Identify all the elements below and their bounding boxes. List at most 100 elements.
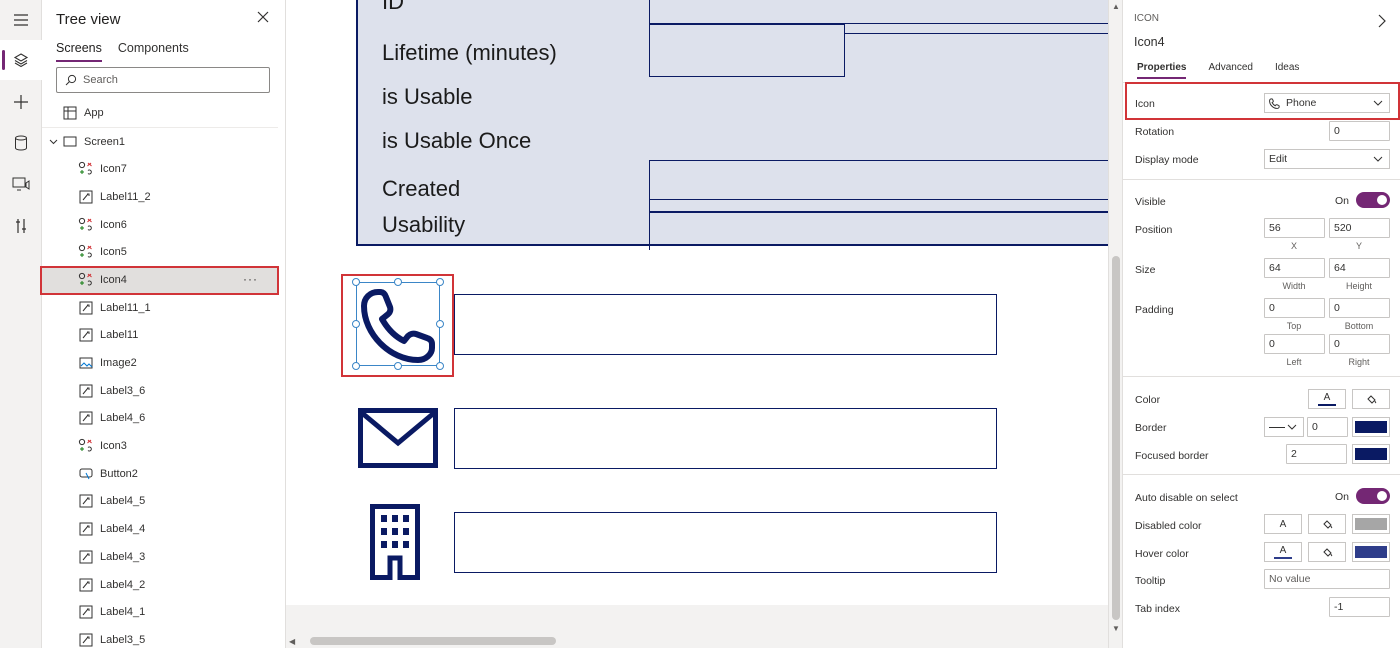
label-is-usable[interactable]: is Usable — [382, 84, 472, 110]
usability-value-box[interactable] — [649, 212, 1118, 250]
tree-item-label3-5[interactable]: Label3_5 — [42, 626, 278, 648]
lifetime-value-box[interactable] — [649, 24, 845, 77]
resize-handle-s[interactable] — [394, 362, 402, 370]
resize-handle-sw[interactable] — [352, 362, 360, 370]
tree-item-label4-1[interactable]: Label4_1 — [42, 598, 278, 626]
display-mode-select[interactable]: Edit — [1264, 149, 1390, 169]
id-value-box[interactable] — [649, 0, 1118, 24]
scroll-down-icon[interactable]: ▼ — [1112, 624, 1120, 633]
phone-text-field[interactable] — [454, 294, 997, 355]
tree-item-icon3[interactable]: Icon3 — [42, 432, 278, 460]
tab-components[interactable]: Components — [118, 41, 189, 62]
tree-item-label11-2[interactable]: Label11_2 — [42, 183, 278, 211]
tab-index-input[interactable]: -1 — [1329, 597, 1390, 617]
auto-disable-toggle[interactable] — [1356, 488, 1390, 504]
resize-handle-ne[interactable] — [436, 278, 444, 286]
building-icon[interactable] — [370, 504, 420, 580]
border-width-input[interactable]: 0 — [1307, 417, 1348, 437]
rotation-input[interactable]: 0 — [1329, 121, 1390, 141]
tree-item-label4-4[interactable]: Label4_4 — [42, 515, 278, 543]
resize-handle-nw[interactable] — [352, 278, 360, 286]
focused-border-input[interactable]: 2 — [1286, 444, 1347, 464]
canvas-horizontal-scrollbar[interactable]: ◀ — [286, 634, 1109, 648]
horizontal-scroll-thumb[interactable] — [310, 637, 556, 645]
disabled-fill-button[interactable] — [1308, 514, 1346, 534]
position-x-input[interactable]: 56 — [1264, 218, 1325, 238]
tree-view-button[interactable] — [0, 40, 42, 80]
media-button[interactable] — [0, 164, 42, 204]
insert-button[interactable] — [0, 82, 42, 122]
color-text-button[interactable]: A — [1308, 389, 1346, 409]
color-fill-button[interactable] — [1352, 389, 1390, 409]
padding-bottom-input[interactable]: 0 — [1329, 298, 1390, 318]
collapse-panel-button[interactable] — [1378, 14, 1386, 33]
label-is-usable-once[interactable]: is Usable Once — [382, 128, 531, 154]
tree-item-app[interactable]: App — [42, 100, 278, 128]
tab-ideas[interactable]: Ideas — [1275, 62, 1299, 79]
border-style-select[interactable] — [1264, 417, 1304, 437]
label-control-icon — [78, 410, 94, 426]
control-name[interactable]: Icon4 — [1134, 35, 1165, 49]
hamburger-menu-button[interactable] — [0, 0, 42, 40]
tab-properties[interactable]: Properties — [1137, 62, 1187, 79]
label-lifetime[interactable]: Lifetime (minutes) — [382, 40, 557, 66]
tree-item-label4-5[interactable]: Label4_5 — [42, 488, 278, 516]
tab-advanced[interactable]: Advanced — [1208, 62, 1252, 79]
email-text-field[interactable] — [454, 408, 997, 469]
disabled-text-button[interactable]: A — [1264, 514, 1302, 534]
close-tree-button[interactable] — [256, 10, 272, 26]
resize-handle-e[interactable] — [436, 320, 444, 328]
canvas-vertical-scrollbar[interactable]: ▲ ▼ — [1108, 0, 1122, 648]
border-color-swatch[interactable] — [1352, 417, 1390, 437]
address-text-field[interactable] — [454, 512, 997, 573]
tree-item-icon6[interactable]: Icon6 — [42, 211, 278, 239]
hover-color-swatch[interactable] — [1352, 542, 1390, 562]
tab-screens[interactable]: Screens — [56, 41, 102, 62]
tree-item-label4-2[interactable]: Label4_2 — [42, 571, 278, 599]
tree-item-image2[interactable]: Image2 — [42, 349, 278, 377]
padding-left-input[interactable]: 0 — [1264, 334, 1325, 354]
focused-border-color-swatch[interactable] — [1352, 444, 1390, 464]
tree-item-label11-1[interactable]: Label11_1 — [42, 294, 278, 322]
tree-item-label4-6[interactable]: Label4_6 — [42, 405, 278, 433]
padding-right-input[interactable]: 0 — [1329, 334, 1390, 354]
label-id[interactable]: ID — [382, 0, 404, 15]
scroll-up-icon[interactable]: ▲ — [1112, 2, 1120, 11]
chevron-down-icon — [48, 134, 58, 150]
scroll-left-icon[interactable]: ◀ — [289, 637, 295, 646]
resize-handle-se[interactable] — [436, 362, 444, 370]
tree-item-label3-6[interactable]: Label3_6 — [42, 377, 278, 405]
advanced-tools-button[interactable] — [0, 206, 42, 246]
tree-item-label: Label4_3 — [100, 550, 146, 563]
label-created[interactable]: Created — [382, 176, 460, 202]
tooltip-input[interactable]: No value — [1264, 569, 1390, 589]
hover-text-button[interactable]: A — [1264, 542, 1302, 562]
created-value-box[interactable] — [649, 160, 1118, 200]
tree-item-icon5[interactable]: Icon5 — [42, 238, 278, 266]
label-usability[interactable]: Usability — [382, 212, 465, 238]
position-y-input[interactable]: 520 — [1329, 218, 1390, 238]
disabled-color-swatch[interactable] — [1352, 514, 1390, 534]
screen1-canvas[interactable]: ID Lifetime (minutes) is Usable is Usabl… — [286, 0, 1118, 605]
tree-item-label11[interactable]: Label11 — [42, 322, 278, 350]
resize-handle-n[interactable] — [394, 278, 402, 286]
tab-index-label: Tab index — [1135, 603, 1180, 615]
tree-item-screen1[interactable]: Screen1 — [42, 128, 278, 156]
tree-item-icon7[interactable]: Icon7 — [42, 155, 278, 183]
tree-item-button2[interactable]: Button2 — [42, 460, 278, 488]
size-height-input[interactable]: 64 — [1329, 258, 1390, 278]
plus-icon — [14, 95, 28, 109]
mail-icon[interactable] — [358, 408, 438, 468]
visible-toggle[interactable] — [1356, 192, 1390, 208]
hover-fill-button[interactable] — [1308, 542, 1346, 562]
resize-handle-w[interactable] — [352, 320, 360, 328]
details-card[interactable]: ID Lifetime (minutes) is Usable is Usabl… — [356, 0, 1118, 250]
tree-search-input[interactable] — [83, 74, 253, 86]
vertical-scroll-thumb[interactable] — [1112, 256, 1120, 620]
padding-top-input[interactable]: 0 — [1264, 298, 1325, 318]
tree-item-label4-3[interactable]: Label4_3 — [42, 543, 278, 571]
icon-control-icon — [78, 161, 94, 177]
data-button[interactable] — [0, 123, 42, 163]
tree-item-label: Label3_5 — [100, 633, 146, 646]
size-width-input[interactable]: 64 — [1264, 258, 1325, 278]
